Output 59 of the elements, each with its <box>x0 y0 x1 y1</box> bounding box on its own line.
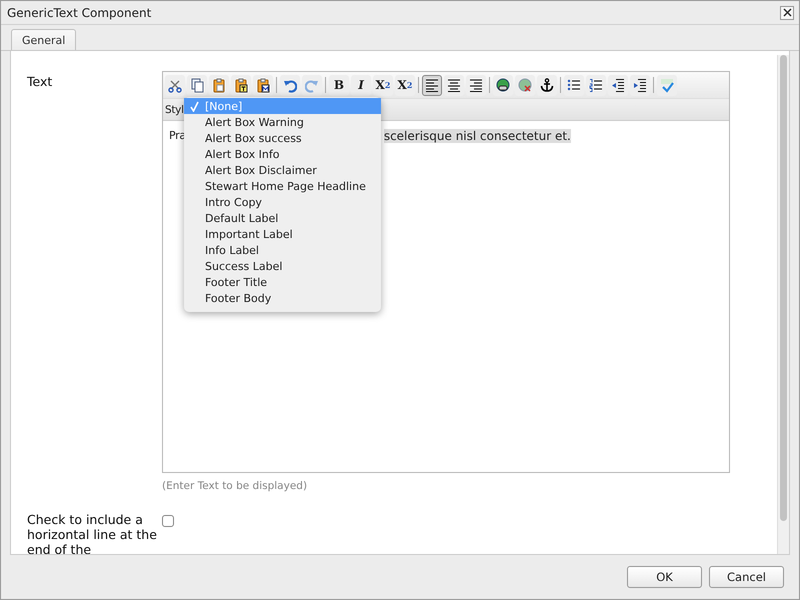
format-button[interactable]: I <box>351 74 371 96</box>
toolbar-button[interactable] <box>630 74 650 96</box>
menu-item[interactable]: Info Label <box>184 242 381 258</box>
menu-item[interactable]: Intro Copy <box>184 194 381 210</box>
toolbar-button[interactable] <box>493 74 513 96</box>
toolbar-button[interactable] <box>165 74 185 96</box>
copy-icon <box>190 78 204 92</box>
globe-link-icon <box>496 78 510 92</box>
format-button[interactable]: B <box>329 74 349 96</box>
clipboard-icon <box>234 78 248 92</box>
numbered-list-icon <box>589 78 603 92</box>
toolbar-button[interactable] <box>422 74 442 96</box>
close-button[interactable] <box>780 6 794 20</box>
clipboard-icon <box>256 78 270 92</box>
scissors-icon <box>168 78 182 92</box>
globe-unlink-icon <box>518 78 532 92</box>
toolbar-button[interactable] <box>253 74 273 96</box>
menu-item[interactable]: Alert Box success <box>184 130 381 146</box>
menu-item[interactable]: Footer Body <box>184 290 381 306</box>
style-label: Styl <box>165 104 184 116</box>
field-label: Text <box>27 73 54 91</box>
redo-arrow-icon <box>305 78 319 92</box>
bulleted-list-icon <box>567 78 581 92</box>
indent-icon <box>633 78 647 92</box>
toolbar-button[interactable] <box>231 74 251 96</box>
menu-item[interactable]: Default Label <box>184 210 381 226</box>
tab[interactable]: General <box>11 29 76 50</box>
menu-item[interactable]: Footer Title <box>184 274 381 290</box>
toolbar-button[interactable] <box>608 74 628 96</box>
anchor-icon <box>540 78 554 92</box>
undo-arrow-icon <box>283 78 297 92</box>
toolbar-button[interactable] <box>537 74 557 96</box>
selected-text: scelerisque nisl consectetur et. <box>384 129 571 143</box>
dialog-button[interactable]: OK <box>627 566 702 588</box>
scrollbar[interactable] <box>777 55 789 554</box>
menu-item[interactable]: Important Label <box>184 226 381 242</box>
checkbox-label: Check to include a horizontal line at the end of the <box>27 512 158 554</box>
outdent-icon <box>611 78 625 92</box>
align-center-icon <box>447 78 461 92</box>
align-left-icon <box>425 78 439 92</box>
toolbar-button[interactable] <box>586 74 606 96</box>
menu-item[interactable]: Alert Box Warning <box>184 114 381 130</box>
dialog-button[interactable]: Cancel <box>709 566 784 588</box>
menu-item[interactable]: Alert Box Info <box>184 146 381 162</box>
menu-item[interactable]: Stewart Home Page Headline <box>184 178 381 194</box>
toolbar-button[interactable] <box>564 74 584 96</box>
checkmark-icon <box>190 100 199 112</box>
toolbar-button[interactable] <box>444 74 464 96</box>
spell-check-icon <box>660 78 674 92</box>
toolbar-button[interactable] <box>466 74 486 96</box>
menu-item[interactable]: Success Label <box>184 258 381 274</box>
close-icon <box>782 8 792 17</box>
window-title: GenericText Component <box>7 6 152 20</box>
clipboard-icon <box>212 78 226 92</box>
help-text: (Enter Text to be displayed) <box>162 479 308 492</box>
scroll-thumb[interactable] <box>780 55 787 521</box>
menu-item[interactable]: Alert Box Disclaimer <box>184 162 381 178</box>
checkbox[interactable] <box>162 515 174 527</box>
align-right-icon <box>469 78 483 92</box>
